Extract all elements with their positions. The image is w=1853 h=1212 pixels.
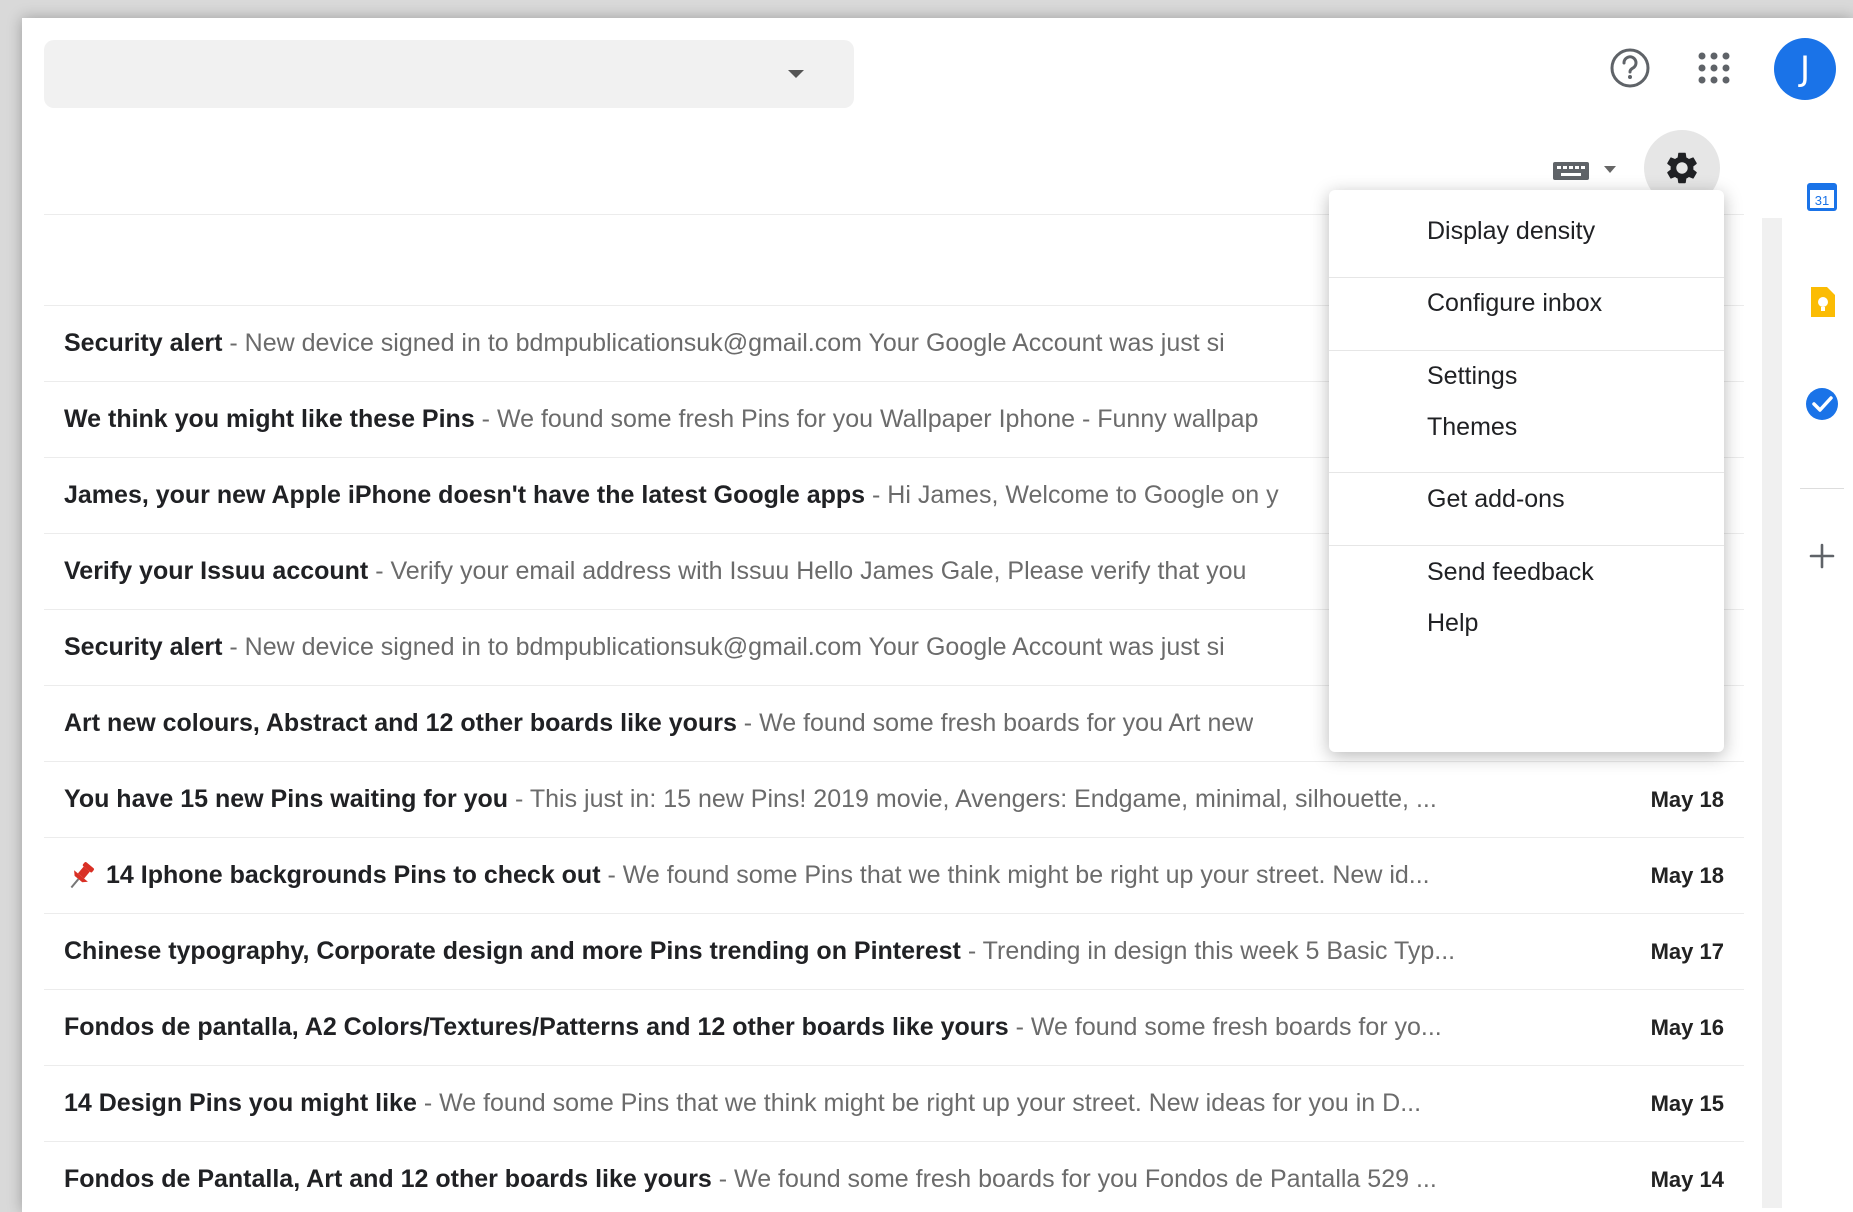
email-row[interactable]: 14 Iphone backgrounds Pins to check out … [44, 838, 1744, 914]
email-text: Verify your Issuu account - Verify your … [64, 557, 1246, 586]
menu-divider [1329, 545, 1724, 546]
gear-icon [1667, 152, 1697, 184]
gmail-window: J Security alert - New device signed in … [22, 18, 1853, 1212]
side-panel-divider [1800, 488, 1844, 489]
apps-grid-icon[interactable] [1692, 46, 1736, 90]
email-date: May 15 [1650, 1090, 1724, 1116]
email-row[interactable]: Fondos de pantalla, A2 Colors/Textures/P… [44, 990, 1744, 1066]
email-snippet: - We found some fresh boards for you Art… [736, 709, 1254, 737]
email-sender: 14 Iphone backgrounds Pins to check out [106, 861, 601, 889]
email-row[interactable]: Fondos de Pantalla, Art and 12 other boa… [44, 1142, 1744, 1212]
email-date: May 14 [1650, 1166, 1724, 1192]
keyboard-icon[interactable] [1552, 160, 1592, 182]
email-text: 14 Iphone backgrounds Pins to check out … [106, 861, 1430, 890]
email-snippet: - We found some Pins that we think might… [416, 1089, 1422, 1117]
side-panel: 31 [1792, 118, 1853, 1212]
email-text: Security alert - New device signed in to… [64, 329, 1225, 358]
email-sender: Verify your Issuu account [64, 557, 369, 585]
email-date: May 16 [1650, 1014, 1724, 1040]
email-text: Security alert - New device signed in to… [64, 633, 1225, 662]
calendar-day-label: 31 [1815, 193, 1829, 208]
settings-menu: Display density Configure inbox Settings… [1329, 190, 1724, 752]
menu-item-get-add-ons[interactable]: Get add-ons [1427, 485, 1565, 514]
email-text: 14 Design Pins you might like - We found… [64, 1089, 1421, 1118]
keep-icon[interactable] [1802, 282, 1842, 322]
avatar[interactable]: J [1774, 38, 1836, 100]
help-icon[interactable] [1606, 44, 1654, 92]
email-sender: 14 Design Pins you might like [64, 1089, 417, 1117]
email-sender: You have 15 new Pins waiting for you [64, 785, 509, 813]
calendar-icon[interactable]: 31 [1802, 176, 1842, 216]
email-text: Fondos de pantalla, A2 Colors/Textures/P… [64, 1013, 1442, 1042]
email-sender: James, your new Apple iPhone doesn't hav… [64, 481, 866, 509]
tasks-icon[interactable] [1802, 384, 1842, 424]
email-sender: Fondos de pantalla, A2 Colors/Textures/P… [64, 1013, 1009, 1041]
email-snippet: - We found some fresh boards for you Fon… [711, 1165, 1437, 1193]
email-sender: Fondos de Pantalla, Art and 12 other boa… [64, 1165, 712, 1193]
menu-item-display-density[interactable]: Display density [1427, 217, 1595, 246]
chevron-down-icon[interactable] [788, 70, 804, 78]
menu-item-themes[interactable]: Themes [1427, 413, 1517, 442]
menu-item-send-feedback[interactable]: Send feedback [1427, 558, 1594, 587]
email-sender: Security alert [64, 329, 223, 357]
email-sender: We think you might like these Pins [64, 405, 475, 433]
menu-item-help[interactable]: Help [1427, 609, 1478, 638]
email-text: We think you might like these Pins - We … [64, 405, 1258, 434]
email-sender: Art new colours, Abstract and 12 other b… [64, 709, 737, 737]
keyboard-chevron-down-icon[interactable] [1604, 166, 1616, 173]
menu-item-settings[interactable]: Settings [1427, 362, 1517, 391]
menu-divider [1329, 472, 1724, 473]
search-bar[interactable] [44, 40, 854, 108]
email-text: James, your new Apple iPhone doesn't hav… [64, 481, 1279, 510]
email-text: Chinese typography, Corporate design and… [64, 937, 1455, 966]
email-snippet: - Trending in design this week 5 Basic T… [960, 937, 1456, 965]
email-snippet: - Hi James, Welcome to Google on y [865, 481, 1279, 509]
email-row[interactable]: You have 15 new Pins waiting for you - T… [44, 762, 1744, 838]
email-snippet: - We found some fresh Pins for you Wallp… [474, 405, 1259, 433]
scrollbar[interactable] [1762, 218, 1782, 1208]
email-text: Art new colours, Abstract and 12 other b… [64, 709, 1253, 738]
email-sender: Security alert [64, 633, 223, 661]
email-text: Fondos de Pantalla, Art and 12 other boa… [64, 1165, 1437, 1194]
email-sender: Chinese typography, Corporate design and… [64, 937, 961, 965]
add-icon[interactable] [1802, 536, 1842, 576]
menu-divider [1329, 277, 1724, 278]
menu-divider [1329, 350, 1724, 351]
email-row[interactable]: Chinese typography, Corporate design and… [44, 914, 1744, 990]
email-row[interactable]: 14 Design Pins you might like - We found… [44, 1066, 1744, 1142]
menu-item-configure-inbox[interactable]: Configure inbox [1427, 289, 1602, 318]
email-snippet: - Verify your email address with Issuu H… [368, 557, 1247, 585]
pushpin-icon [64, 859, 98, 893]
email-snippet: - New device signed in to bdmpublication… [222, 329, 1225, 357]
email-text: You have 15 new Pins waiting for you - T… [64, 785, 1437, 814]
email-snippet: - This just in: 15 new Pins! 2019 movie,… [508, 785, 1437, 813]
email-date: May 18 [1650, 786, 1724, 812]
email-date: May 17 [1650, 938, 1724, 964]
email-snippet: - We found some Pins that we think might… [600, 861, 1430, 889]
email-snippet: - New device signed in to bdmpublication… [222, 633, 1225, 661]
email-snippet: - We found some fresh boards for yo... [1008, 1013, 1442, 1041]
email-date: May 18 [1650, 862, 1724, 888]
